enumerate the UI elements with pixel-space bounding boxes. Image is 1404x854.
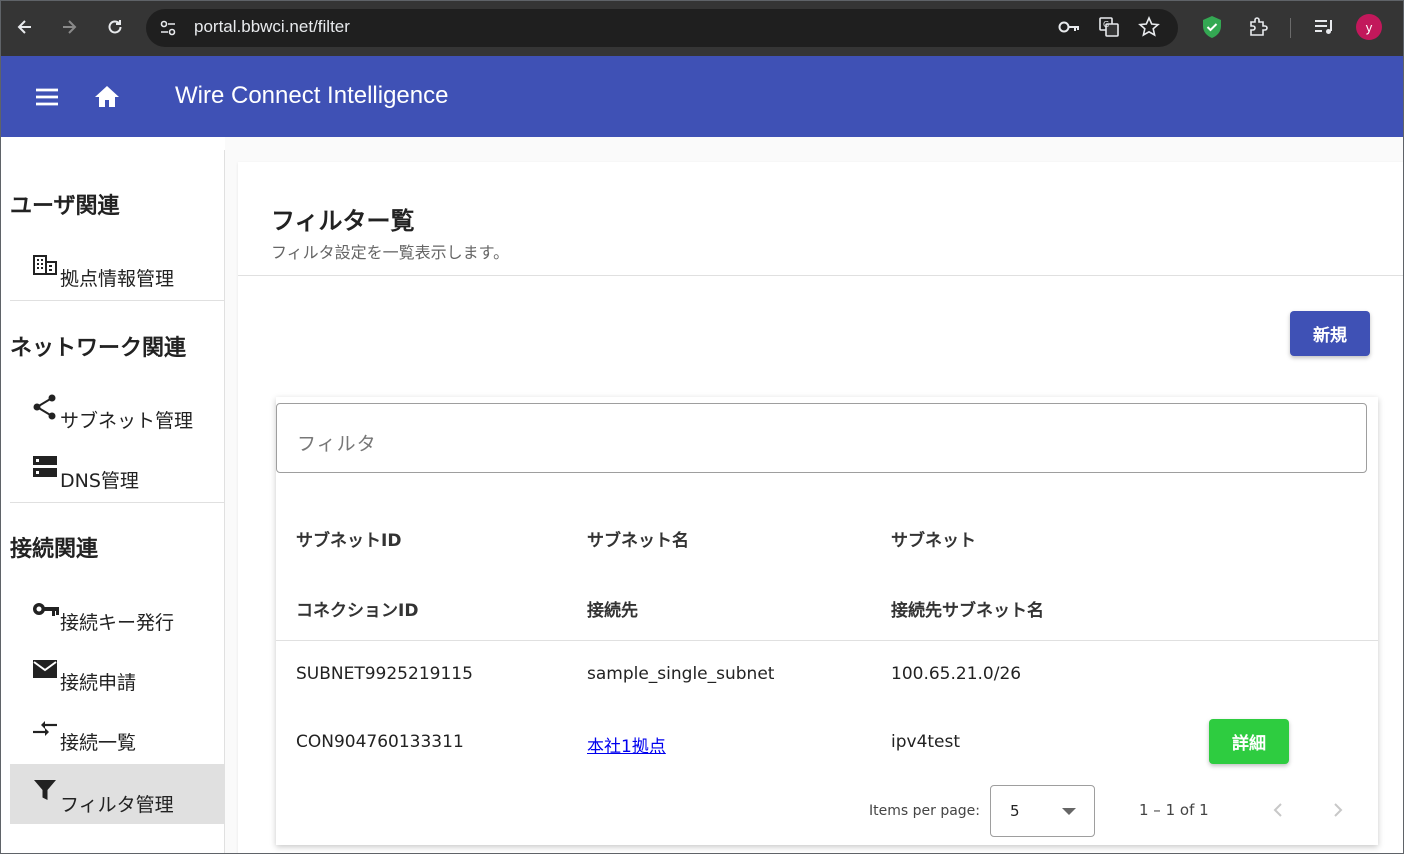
extensions-puzzle-icon[interactable] [1246, 15, 1270, 39]
sidebar-item-label: フィルタ管理 [60, 794, 174, 816]
profile-avatar[interactable]: y [1356, 14, 1382, 40]
previous-page-icon[interactable] [1266, 798, 1290, 822]
password-key-icon[interactable] [1057, 15, 1081, 39]
cell-subnet-name: sample_single_subnet [587, 664, 775, 684]
table-header-divider [276, 640, 1378, 641]
translate-icon[interactable]: G [1097, 15, 1121, 39]
sidebar-item-label: サブネット管理 [60, 410, 194, 432]
header-subnet-id[interactable]: サブネットID [296, 526, 401, 551]
share-icon [32, 394, 58, 420]
header-subnet[interactable]: サブネット [891, 526, 976, 551]
items-per-page-label: Items per page: [869, 803, 981, 819]
home-icon[interactable] [93, 83, 121, 111]
section-heading-user: ユーザ関連 [10, 194, 120, 219]
reload-icon[interactable] [102, 14, 128, 40]
app-title: Wire Connect Intelligence [175, 82, 449, 109]
forward-icon[interactable] [56, 14, 82, 40]
header-subnet-name[interactable]: サブネット名 [587, 526, 689, 551]
filter-input[interactable] [276, 403, 1367, 473]
section-heading-network: ネットワーク関連 [10, 336, 187, 361]
url-text[interactable]: portal.bbwci.net/filter [194, 17, 350, 37]
cell-subnet: 100.65.21.0/26 [891, 664, 1022, 684]
dropdown-caret-icon [1062, 808, 1076, 815]
page-title: フィルター覧 [271, 207, 415, 235]
sidebar-item-subnet[interactable]: サブネット管理 [10, 380, 224, 438]
header-divider [238, 275, 1404, 276]
shield-extension-icon[interactable] [1200, 15, 1224, 39]
media-queue-icon[interactable] [1312, 15, 1336, 39]
destination-link[interactable]: 本社1拠点 [587, 737, 666, 757]
cell-destination-subnet-name: ipv4test [891, 732, 961, 752]
mail-icon [32, 656, 58, 682]
sidebar-item-label: DNS管理 [60, 470, 139, 492]
new-button[interactable]: 新規 [1290, 311, 1370, 356]
sidebar-item-label: 接続申請 [60, 672, 137, 694]
next-page-icon[interactable] [1326, 798, 1350, 822]
sidebar-item-label: 接続キー発行 [60, 612, 175, 634]
sidebar-item-label: 拠点情報管理 [60, 268, 175, 290]
header-destination-subnet-name[interactable]: 接続先サブネット名 [891, 596, 1044, 621]
sidebar-divider [10, 300, 224, 301]
header-connection-id[interactable]: コネクションID [296, 596, 418, 621]
filter-placeholder: フィルタ [297, 433, 377, 455]
sidebar-item-dns[interactable]: DNS管理 [10, 440, 224, 498]
back-icon[interactable] [12, 14, 38, 40]
site-info-icon[interactable] [156, 16, 180, 40]
filter-icon [32, 778, 58, 804]
sidebar-item-filter-management[interactable]: フィルタ管理 [10, 764, 224, 824]
header-destination[interactable]: 接続先 [587, 596, 638, 621]
page-range: 1 – 1 of 1 [1139, 801, 1209, 819]
menu-icon[interactable] [34, 84, 60, 110]
svg-text:G: G [1103, 20, 1109, 29]
dns-icon [32, 454, 58, 480]
sidebar-item-connection-key[interactable]: 接続キー発行 [10, 582, 224, 640]
page-size-value: 5 [1010, 802, 1020, 820]
page-size-select[interactable] [990, 785, 1095, 837]
compare-arrows-icon [32, 716, 58, 742]
sidebar-divider [10, 502, 224, 503]
detail-button[interactable]: 詳細 [1209, 719, 1289, 764]
sidebar-item-connection-request[interactable]: 接続申請 [10, 642, 224, 700]
sidebar-item-site-info[interactable]: 拠点情報管理 [10, 238, 224, 296]
chrome-divider [1290, 18, 1291, 38]
page-subtitle: フィルタ設定を一覧表示します。 [271, 243, 510, 262]
key-icon [32, 596, 59, 622]
bookmark-star-icon[interactable] [1137, 15, 1161, 39]
sidebar-item-label: 接続一覧 [60, 732, 137, 754]
cell-connection-id: CON904760133311 [296, 732, 464, 752]
domain-icon [32, 252, 58, 278]
sidebar-item-connection-list[interactable]: 接続一覧 [10, 702, 224, 760]
cell-subnet-id: SUBNET9925219115 [296, 664, 473, 684]
section-heading-connection: 接続関連 [10, 537, 99, 562]
